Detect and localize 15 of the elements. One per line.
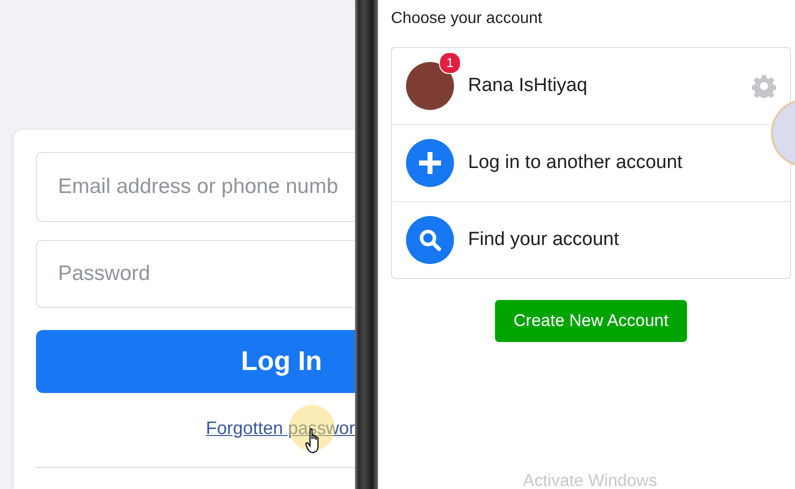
account-option-label: Log in to another account [468,152,684,174]
choose-account-title: Choose your account [391,9,544,29]
password-field[interactable]: Password [36,240,355,308]
email-field[interactable]: Email address or phone numb [36,152,355,222]
login-button[interactable]: Log In [36,330,355,393]
notification-count: 1 [439,52,461,74]
plus-icon [406,139,454,187]
account-list-item[interactable]: Find your account [392,201,790,278]
account-list-item[interactable]: 1 Rana IsHtiyaq [392,48,790,124]
forgotten-password-link[interactable]: Forgotten passwor [206,417,355,439]
settings-icon[interactable] [752,74,776,98]
account-option-label: Rana IsHtiyaq [468,75,588,97]
search-icon [406,216,454,264]
account-option-label: Find your account [468,229,620,251]
floating-bubble-overlay [770,98,795,168]
